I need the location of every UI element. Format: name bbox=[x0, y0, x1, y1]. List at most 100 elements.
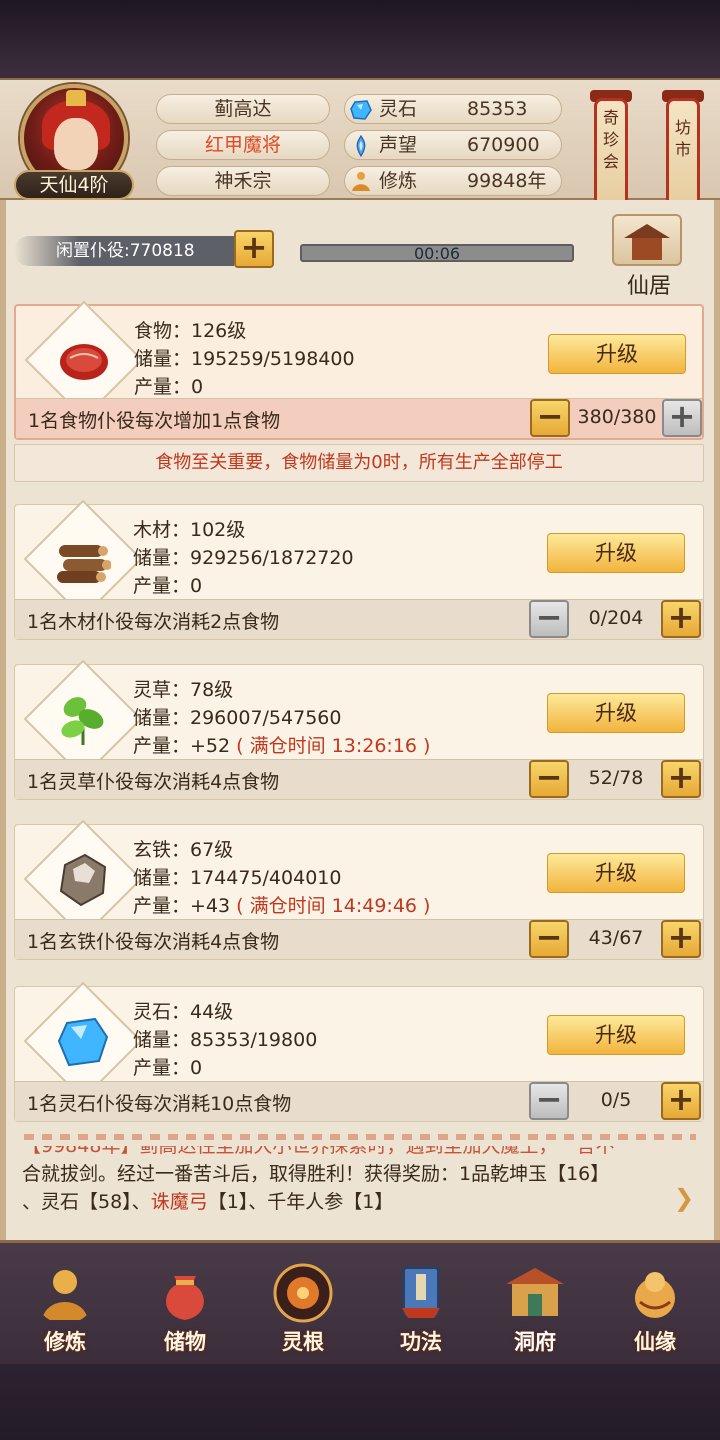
log-item-highlight: 诛魔弓 bbox=[150, 1191, 208, 1213]
remove-servant-button[interactable]: − bbox=[529, 760, 569, 798]
output-value: 0 bbox=[190, 1057, 203, 1079]
add-servant-button[interactable]: + bbox=[234, 230, 274, 268]
stat-value: 85353 bbox=[467, 98, 528, 120]
upgrade-button-herb[interactable]: 升级 bbox=[547, 693, 685, 733]
servant-desc: 1名灵石仆役每次消耗10点食物 bbox=[27, 1093, 292, 1115]
nav-label: 灵根 bbox=[282, 1330, 324, 1354]
roof-shape bbox=[624, 224, 670, 238]
log-expand-arrow-icon[interactable]: ❯ bbox=[674, 1184, 700, 1212]
servant-row: 1名灵石仆役每次消耗10点食物 − 0/5 + bbox=[15, 1081, 703, 1121]
nav-storage[interactable]: 储物 bbox=[130, 1256, 240, 1360]
resource-output: 产量：+43 ( 满仓时间 14:49:46 ) bbox=[133, 891, 430, 918]
nav-label: 功法 bbox=[400, 1330, 442, 1354]
servant-row: 1名木材仆役每次消耗2点食物 − 0/204 + bbox=[15, 599, 703, 639]
resource-storage: 储量：296007/547560 bbox=[133, 707, 342, 729]
nav-technique[interactable]: 功法 bbox=[366, 1256, 476, 1360]
output-label: 产量： bbox=[133, 1057, 191, 1079]
add-servant-button[interactable]: + bbox=[661, 600, 701, 638]
resource-name-level: 玄铁：67级 bbox=[133, 839, 234, 861]
resource-card-herb: 灵草：78级 储量：296007/547560 产量：+52 ( 满仓时间 13… bbox=[14, 659, 704, 800]
output-label: 产量： bbox=[133, 735, 191, 757]
idle-servants-label: 闲置仆役:770818 bbox=[14, 236, 234, 266]
add-servant-button[interactable]: + bbox=[661, 920, 701, 958]
nav-cave-mansion[interactable]: 洞府 bbox=[480, 1256, 590, 1360]
output-value: 0 bbox=[191, 376, 204, 398]
servant-desc: 1名木材仆役每次消耗2点食物 bbox=[27, 611, 280, 633]
technique-book-icon bbox=[402, 1267, 440, 1318]
cultivation-icon bbox=[352, 172, 370, 191]
servant-count: 0/204 bbox=[588, 607, 644, 629]
output-value: 0 bbox=[190, 575, 203, 597]
add-servant-button[interactable]: + bbox=[661, 760, 701, 798]
residence-icon[interactable] bbox=[612, 214, 682, 266]
resource-name-level: 灵石：44级 bbox=[133, 1001, 234, 1023]
output-label: 产量： bbox=[133, 575, 191, 597]
servant-row: 1名玄铁仆役每次消耗4点食物 − 43/67 + bbox=[15, 919, 703, 959]
remove-servant-button[interactable]: − bbox=[529, 920, 569, 958]
resource-name-level: 灵草：78级 bbox=[133, 679, 234, 701]
rank-badge: 天仙4阶 bbox=[14, 170, 134, 200]
stat-value: 670900 bbox=[467, 134, 540, 156]
progress-timer: 00:06 bbox=[413, 244, 461, 262]
avatar-crown bbox=[66, 90, 86, 106]
output-value: +43 bbox=[190, 895, 231, 917]
add-servant-button[interactable]: + bbox=[661, 1082, 701, 1120]
stat-spirit-stone: 灵石 85353 bbox=[344, 94, 562, 124]
residence-label[interactable]: 仙居 bbox=[604, 268, 694, 300]
player-name: 蓟高达 bbox=[156, 94, 330, 124]
servant-row: 1名灵草仆役每次消耗4点食物 − 52/78 + bbox=[15, 759, 703, 799]
reputation-icon bbox=[356, 134, 366, 158]
resource-output: 产量：0 bbox=[133, 571, 202, 598]
remove-servant-button[interactable]: − bbox=[529, 1082, 569, 1120]
market-button[interactable]: 坊市 bbox=[666, 98, 700, 210]
stat-reputation: 声望 670900 bbox=[344, 130, 562, 160]
log-line: 、灵石【58】、诛魔弓【1】、千年人参【1】 bbox=[22, 1188, 692, 1216]
resource-output: 产量：0 bbox=[133, 1053, 202, 1080]
resource-card-spirit-stone: 灵石：44级 储量：85353/19800 产量：0 升级 1名灵石仆役每次消耗… bbox=[14, 981, 704, 1122]
remove-servant-button[interactable]: − bbox=[530, 399, 570, 437]
spirit-root-icon bbox=[273, 1263, 333, 1323]
treasure-fair-button[interactable]: 奇珍会 bbox=[594, 98, 628, 210]
nav-fate[interactable]: 仙缘 bbox=[600, 1256, 710, 1360]
output-label: 产量： bbox=[133, 895, 191, 917]
player-sect: 神禾宗 bbox=[156, 166, 330, 196]
upgrade-button-wood[interactable]: 升级 bbox=[547, 533, 685, 573]
herb-leaf-icon bbox=[61, 697, 104, 745]
log-text: 、灵石【58】、 bbox=[22, 1191, 151, 1213]
event-log[interactable]: 【99848年】蓟高达往至加大小世界探索时，遇到至加大魔王，一言不 合就拔剑。经… bbox=[22, 1146, 692, 1232]
resource-storage: 储量：85353/19800 bbox=[133, 1029, 318, 1051]
add-servant-button[interactable]: + bbox=[662, 399, 702, 437]
cultivate-icon bbox=[42, 1270, 88, 1320]
ornament-divider bbox=[24, 1134, 696, 1140]
log-text: 【1】、千年人参【1】 bbox=[207, 1191, 394, 1213]
upgrade-button-iron[interactable]: 升级 bbox=[547, 853, 685, 893]
iron-ore-icon bbox=[59, 853, 107, 907]
nav-label: 仙缘 bbox=[634, 1330, 676, 1354]
servant-row: 1名食物仆役每次增加1点食物 − 380/380 + bbox=[16, 398, 702, 438]
resource-card-food: 食物：126级 储量：195259/5198400 产量：0 升级 1名食物仆役… bbox=[14, 300, 704, 440]
storage-bag-icon bbox=[166, 1276, 204, 1320]
avatar-face bbox=[54, 118, 98, 170]
stat-label: 灵石 bbox=[379, 98, 418, 120]
food-warning: 食物至关重要，食物储量为0时，所有生产全部停工 bbox=[14, 444, 704, 482]
stat-value: 99848年 bbox=[467, 170, 547, 192]
log-line: 合就拔剑。经过一番苦斗后，取得胜利！获得奖励：1品乾坤玉【16】 bbox=[22, 1163, 610, 1185]
bottom-strip bbox=[0, 1364, 720, 1440]
nav-spirit-root[interactable]: 灵根 bbox=[248, 1256, 358, 1360]
resource-storage: 储量：929256/1872720 bbox=[133, 547, 354, 569]
servant-desc: 1名灵草仆役每次消耗4点食物 bbox=[27, 771, 280, 793]
upgrade-button-spirit-stone[interactable]: 升级 bbox=[547, 1015, 685, 1055]
cave-mansion-icon bbox=[506, 1268, 564, 1316]
resource-storage: 储量：174475/404010 bbox=[133, 867, 342, 889]
servant-count: 0/5 bbox=[600, 1089, 632, 1111]
remove-servant-button[interactable]: − bbox=[529, 600, 569, 638]
servant-desc: 1名玄铁仆役每次消耗4点食物 bbox=[27, 931, 280, 953]
nav-cultivate[interactable]: 修炼 bbox=[10, 1256, 120, 1360]
resource-name-level: 木材：102级 bbox=[133, 519, 246, 541]
full-time: ( 满仓时间 14:49:46 ) bbox=[236, 895, 431, 917]
nav-label: 储物 bbox=[164, 1330, 206, 1354]
upgrade-button-food[interactable]: 升级 bbox=[548, 334, 686, 374]
full-time: ( 满仓时间 13:26:16 ) bbox=[236, 735, 431, 757]
output-value: +52 bbox=[190, 735, 231, 757]
resource-storage: 储量：195259/5198400 bbox=[134, 348, 355, 370]
